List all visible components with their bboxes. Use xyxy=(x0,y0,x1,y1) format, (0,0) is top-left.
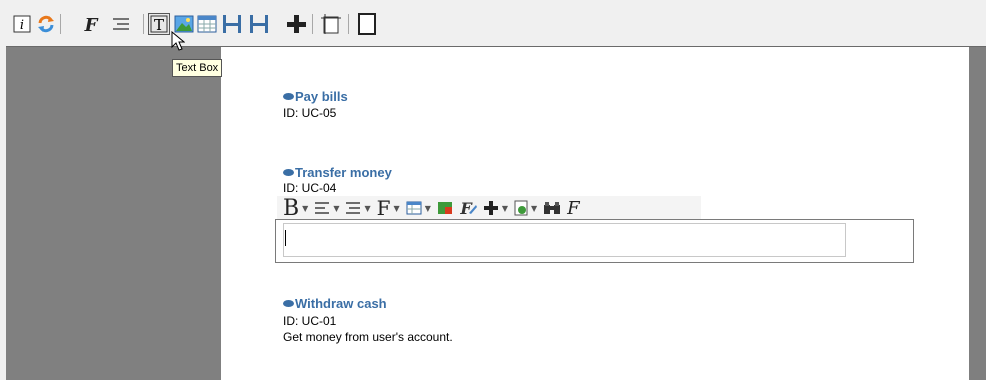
chevron-down-icon: ▼ xyxy=(531,203,538,213)
blank-page-button[interactable] xyxy=(356,13,378,35)
chevron-down-icon: ▼ xyxy=(501,203,508,213)
find-button[interactable] xyxy=(543,196,561,220)
text-box-input[interactable] xyxy=(283,223,846,257)
toolbar-separator xyxy=(143,14,144,34)
right-gutter xyxy=(969,47,986,380)
use-case-id: ID: UC-05 xyxy=(283,106,337,120)
use-case-icon xyxy=(283,300,294,307)
list-icon xyxy=(346,202,361,214)
align-dropdown[interactable]: ▼ xyxy=(314,196,339,220)
font-button[interactable]: F xyxy=(80,13,102,35)
svg-text:F: F xyxy=(459,199,473,217)
insert-dropdown[interactable]: ▼ xyxy=(483,196,508,220)
use-case-id: ID: UC-04 xyxy=(283,181,337,193)
page-break-2-button[interactable] xyxy=(248,13,270,35)
mouse-pointer-icon xyxy=(171,30,186,55)
use-case-id: ID: UC-01 xyxy=(283,314,337,328)
find-font-label: F xyxy=(567,197,580,219)
text-box-button[interactable]: T xyxy=(148,13,170,35)
page-break-2-icon xyxy=(250,15,268,33)
use-case-title[interactable]: Withdraw cash xyxy=(283,296,387,311)
insert-file-dropdown[interactable]: ▼ xyxy=(514,196,537,220)
use-case-icon xyxy=(283,93,294,100)
chevron-down-icon: ▼ xyxy=(393,203,400,213)
blank-page-icon xyxy=(358,13,376,35)
text-caret xyxy=(285,230,286,246)
bold-label: B xyxy=(283,195,300,221)
info-button[interactable]: i xyxy=(11,13,33,35)
bold-dropdown[interactable]: B ▼ xyxy=(283,195,309,221)
edit-font-icon: F xyxy=(459,199,477,217)
page-break-button[interactable] xyxy=(221,13,243,35)
use-case-title-text: Transfer money xyxy=(295,165,392,180)
binoculars-icon xyxy=(544,202,561,214)
font-dropdown[interactable]: F ▼ xyxy=(377,196,400,220)
tooltip: Text Box xyxy=(172,59,223,77)
inline-format-toolbar: B ▼ ▼ ▼ F ▼ ▼ F ▼ ▼ F xyxy=(277,195,701,221)
refresh-button[interactable] xyxy=(35,13,57,35)
page-frame-button[interactable] xyxy=(320,13,342,35)
page-break-icon xyxy=(223,15,241,33)
use-case-title[interactable]: Pay bills xyxy=(283,89,348,104)
add-icon xyxy=(287,15,306,33)
use-case-description: Get money from user's account. xyxy=(283,330,453,344)
edit-font-button[interactable]: F xyxy=(459,196,477,220)
chevron-down-icon: ▼ xyxy=(333,203,340,213)
insert-file-icon xyxy=(514,200,528,216)
svg-text:T: T xyxy=(154,16,164,33)
toolbar-separator xyxy=(312,14,313,34)
find-font-button[interactable]: F xyxy=(567,196,580,220)
chevron-down-icon: ▼ xyxy=(302,203,309,213)
table-dropdown[interactable]: ▼ xyxy=(406,196,431,220)
toolbar-separator xyxy=(60,14,61,34)
text-box-frame xyxy=(275,219,914,263)
align-left-icon xyxy=(315,202,330,214)
list-dropdown[interactable]: ▼ xyxy=(345,196,371,220)
table-icon xyxy=(197,15,217,33)
use-case-title-text: Withdraw cash xyxy=(295,296,387,311)
color-button[interactable] xyxy=(437,196,453,220)
add-button[interactable] xyxy=(285,13,307,35)
table-icon xyxy=(406,201,422,215)
toolbar-separator xyxy=(348,14,349,34)
use-case-title[interactable]: Transfer money xyxy=(283,165,392,180)
text-box-icon: T xyxy=(150,15,168,33)
font-icon: F xyxy=(84,15,99,34)
chevron-down-icon: ▼ xyxy=(364,203,371,213)
page-frame-icon xyxy=(321,14,341,34)
info-icon: i xyxy=(13,15,31,33)
svg-text:F: F xyxy=(84,15,99,34)
insert-table-button[interactable] xyxy=(196,13,218,35)
add-icon xyxy=(483,201,498,215)
main-toolbar: i F T xyxy=(0,0,986,46)
chevron-down-icon: ▼ xyxy=(424,203,431,213)
use-case-icon xyxy=(283,169,294,176)
list-indent-button[interactable] xyxy=(110,13,132,35)
svg-text:i: i xyxy=(20,18,24,33)
refresh-icon xyxy=(38,15,54,33)
use-case-title-text: Pay bills xyxy=(295,89,348,104)
color-swatch-icon xyxy=(437,202,452,214)
font-label: F xyxy=(376,196,391,220)
list-indent-icon xyxy=(113,18,129,30)
